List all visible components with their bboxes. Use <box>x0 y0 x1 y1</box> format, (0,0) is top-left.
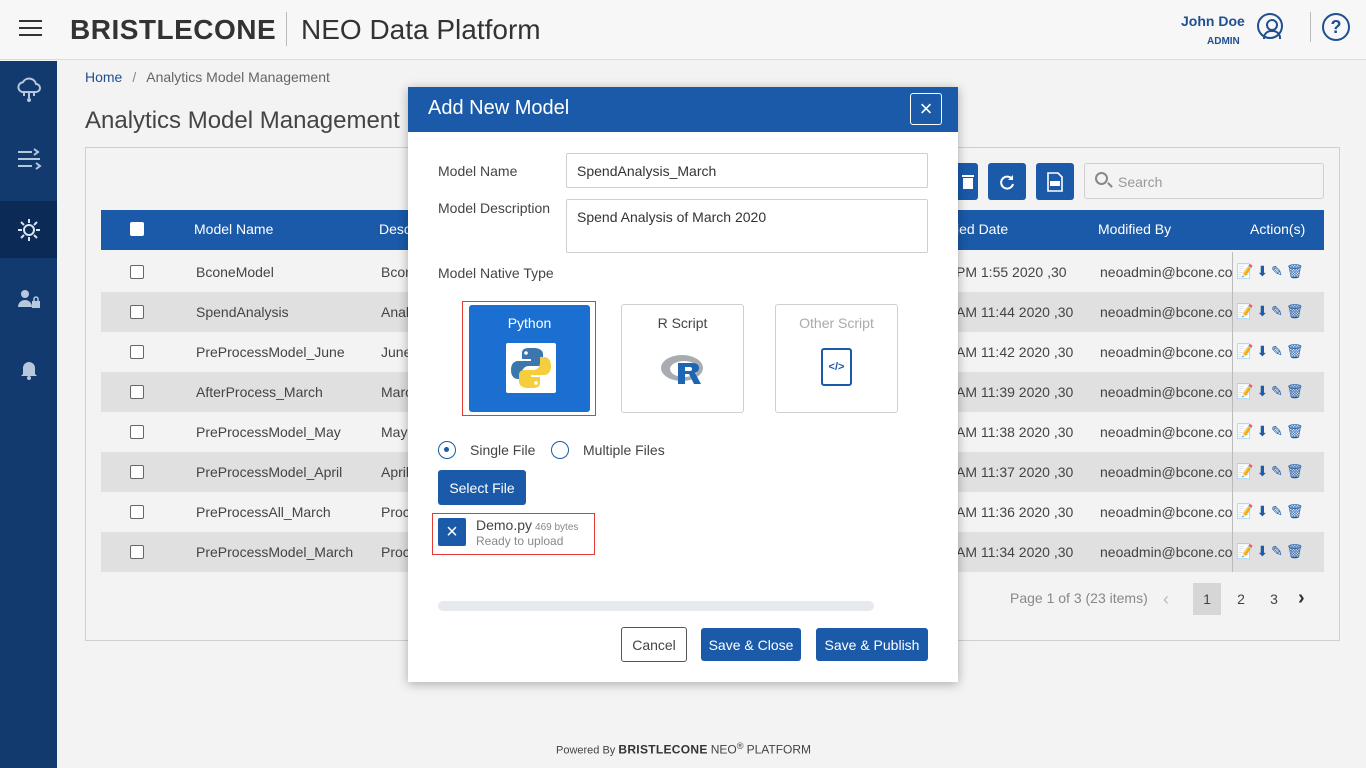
type-python-card[interactable]: Python <box>469 305 590 412</box>
save-close-button[interactable]: Save & Close <box>701 628 801 661</box>
type-other-script-label: Other Script <box>799 315 874 331</box>
file-status: Ready to upload <box>476 534 564 548</box>
add-model-dialog: Add New Model × Model Name SpendAnalysis… <box>408 87 958 682</box>
type-other-script-card[interactable]: Other Script </> <box>775 304 898 413</box>
multiple-files-radio[interactable] <box>551 441 569 459</box>
type-python-label: Python <box>507 315 552 331</box>
close-icon[interactable]: × <box>910 93 942 125</box>
single-file-radio[interactable] <box>438 441 456 459</box>
r-logo-icon <box>660 352 708 390</box>
remove-file-icon[interactable]: × <box>438 518 466 546</box>
dialog-header: Add New Model × <box>408 87 958 132</box>
model-name-label: Model Name <box>438 163 518 179</box>
dialog-title: Add New Model <box>428 97 570 119</box>
code-file-icon: </> <box>821 348 852 386</box>
save-publish-button[interactable]: Save & Publish <box>816 628 928 661</box>
model-name-field[interactable]: SpendAnalysis_March <box>566 153 928 188</box>
model-description-field[interactable]: Spend Analysis of March 2020 <box>566 199 928 253</box>
type-r-script-label: R Script <box>657 315 708 331</box>
select-file-button[interactable]: Select File <box>438 470 526 505</box>
single-file-label[interactable]: Single File <box>470 442 535 458</box>
native-type-label: Model Native Type <box>438 265 554 281</box>
cancel-button[interactable]: Cancel <box>621 627 687 662</box>
file-name-text: Demo.py <box>476 517 533 533</box>
type-r-script-card[interactable]: R Script <box>621 304 744 413</box>
multiple-files-label[interactable]: Multiple Files <box>583 442 665 458</box>
python-logo-icon <box>506 343 556 393</box>
model-description-label: Model Description <box>438 200 551 216</box>
upload-progress-bar <box>438 601 874 611</box>
file-name: Demo.py 469 bytes <box>476 517 578 533</box>
file-size: 469 bytes <box>535 522 579 533</box>
